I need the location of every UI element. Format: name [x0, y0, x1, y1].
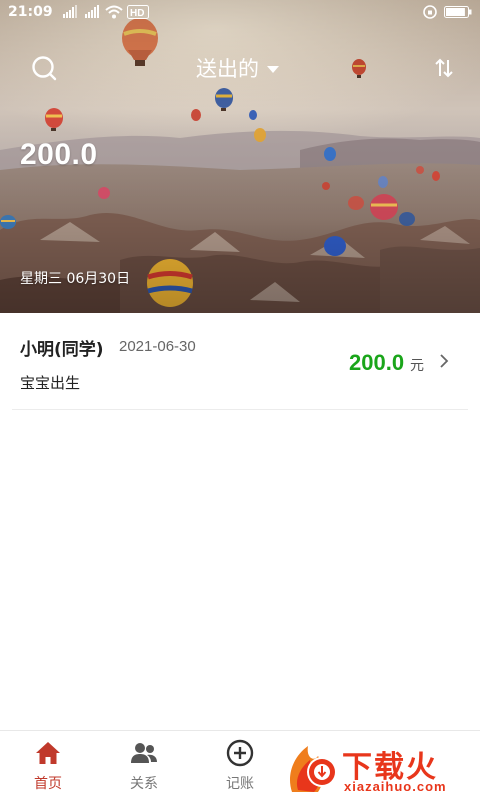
status-left-icons: HD	[61, 5, 149, 19]
record-amount: 200.0	[349, 350, 405, 375]
sort-icon	[435, 58, 453, 78]
signal-4g-icon	[83, 5, 101, 19]
signal-2g-icon	[61, 5, 79, 19]
status-right-icons	[422, 4, 472, 20]
record-unit: 元	[410, 358, 424, 374]
nav-item-record[interactable]: 记账	[200, 739, 280, 797]
nav-label-relations: 关系	[130, 776, 158, 792]
filter-dropdown-label: 送出的	[196, 57, 259, 81]
watermark-site: xiazaihuo.com	[344, 779, 447, 794]
status-time: 21:09	[8, 4, 53, 20]
hero-banner: 21:09 HD 送出的 200.0 星期三 06月30日	[0, 0, 480, 313]
nav-label-record: 记账	[226, 776, 254, 792]
nav-label-home: 首页	[34, 776, 62, 792]
add-circle-icon	[226, 739, 254, 767]
nav-item-relations[interactable]: 关系	[104, 739, 184, 797]
hd-label: HD	[130, 8, 144, 19]
record-date: 2021-06-30	[119, 338, 196, 355]
alarm-icon	[422, 4, 438, 20]
filter-dropdown[interactable]: 送出的	[196, 52, 279, 84]
hd-icon: HD	[126, 5, 149, 19]
sort-button[interactable]	[428, 52, 460, 84]
record-name: 小明(同学)	[20, 340, 104, 360]
contacts-icon	[130, 739, 158, 767]
record-note: 宝宝出生	[20, 374, 81, 392]
search-button[interactable]	[28, 52, 60, 84]
chevron-right-icon	[440, 354, 449, 368]
total-amount: 200.0	[20, 138, 98, 171]
record-item[interactable]: 小明(同学) 2021-06-30 宝宝出生 200.0 元	[12, 313, 468, 410]
wifi-icon	[104, 5, 123, 19]
battery-icon	[444, 5, 472, 19]
current-date: 星期三 06月30日	[20, 271, 131, 287]
search-icon	[32, 56, 57, 81]
record-list: 小明(同学) 2021-06-30 宝宝出生 200.0 元	[0, 313, 480, 410]
status-bar: 21:09 HD	[0, 0, 480, 24]
top-bar: 送出的	[0, 44, 480, 92]
caret-down-icon	[267, 65, 279, 73]
nav-item-home[interactable]: 首页	[8, 739, 88, 797]
home-icon	[34, 739, 62, 767]
